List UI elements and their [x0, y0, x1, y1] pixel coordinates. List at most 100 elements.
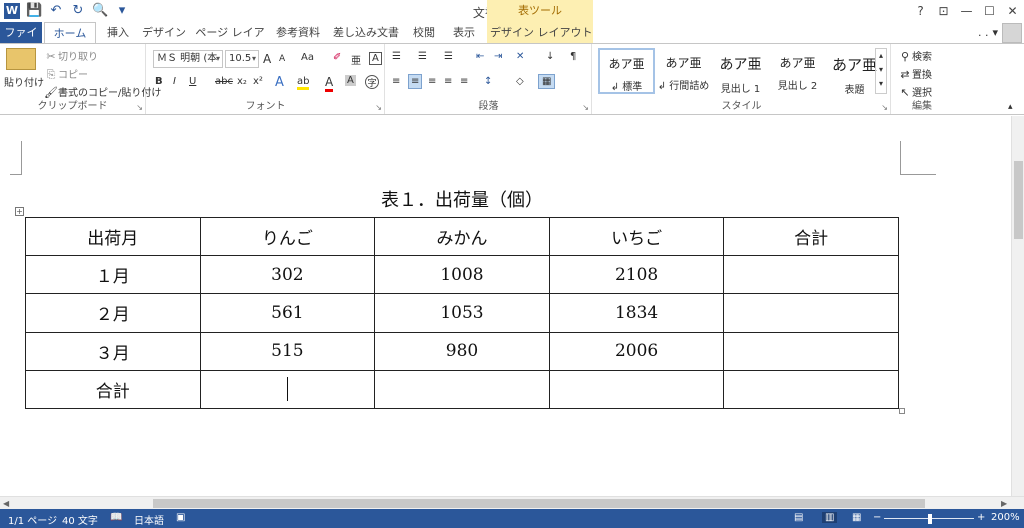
- dialog-launcher-icon[interactable]: ↘: [136, 103, 143, 112]
- dialog-launcher-icon[interactable]: ↘: [375, 103, 382, 112]
- help-button[interactable]: ?: [909, 0, 932, 22]
- numbering-button[interactable]: ☰: [418, 51, 427, 62]
- proofing-icon[interactable]: 📖: [110, 512, 122, 523]
- table-cell[interactable]: 515: [199, 331, 376, 371]
- paste-icon[interactable]: [6, 48, 36, 70]
- table-title[interactable]: 表１．出荷量（個）: [0, 186, 920, 212]
- dialog-launcher-icon[interactable]: ↘: [582, 103, 589, 112]
- avatar[interactable]: [1002, 22, 1022, 43]
- borders-button[interactable]: ▦: [538, 74, 556, 89]
- tab-references[interactable]: 参考資料: [272, 22, 324, 43]
- print-layout-icon[interactable]: ▥: [822, 512, 838, 523]
- bold-button[interactable]: B: [155, 76, 163, 87]
- styles-scroll[interactable]: ▴ ▾ ▾: [875, 48, 887, 94]
- tab-view[interactable]: 表示: [444, 22, 484, 43]
- find-button[interactable]: ⚲ 検索: [898, 48, 932, 64]
- horizontal-scroll-thumb[interactable]: [153, 499, 925, 508]
- table-cell[interactable]: 合計: [25, 369, 201, 409]
- table-cell[interactable]: みかん: [374, 216, 550, 257]
- tab-file[interactable]: ファイル: [0, 22, 42, 60]
- table-cell[interactable]: 出荷月: [25, 216, 201, 257]
- shading-button[interactable]: ◇: [516, 76, 524, 87]
- multilevel-list-button[interactable]: ☰: [444, 51, 453, 62]
- vertical-scrollbar[interactable]: [1011, 116, 1024, 496]
- table-cell[interactable]: [723, 331, 899, 371]
- table-cell[interactable]: ２月: [25, 293, 201, 333]
- replace-button[interactable]: ⇄ 置換: [898, 66, 932, 82]
- tab-insert[interactable]: 挿入: [100, 22, 136, 43]
- word-count[interactable]: 40 文字: [62, 512, 98, 527]
- table-cell[interactable]: 302: [199, 255, 376, 295]
- table-cell[interactable]: 1834: [548, 293, 725, 333]
- macro-icon[interactable]: ▣: [176, 512, 185, 523]
- sort-button[interactable]: ↓: [546, 51, 554, 62]
- font-size-select[interactable]: 10.5 ▾: [225, 50, 259, 68]
- tab-design[interactable]: デザイン: [140, 22, 188, 43]
- asian-layout-button[interactable]: ✕: [516, 51, 524, 62]
- table-cell[interactable]: １月: [25, 255, 201, 295]
- style-heading-1[interactable]: あア亜 見出し 1: [712, 48, 769, 95]
- style-normal[interactable]: あア亜 ↲ 標準: [598, 48, 655, 94]
- table-cell[interactable]: [723, 293, 899, 333]
- italic-button[interactable]: I: [173, 76, 176, 87]
- table-cell[interactable]: [548, 369, 725, 409]
- tab-page-layout[interactable]: ページ レイアウト: [192, 22, 268, 60]
- change-case-button[interactable]: Aa: [301, 52, 314, 63]
- line-spacing-button[interactable]: ↕: [484, 76, 492, 87]
- table-cell[interactable]: 561: [199, 293, 376, 333]
- zoom-level[interactable]: 200%: [991, 512, 1020, 523]
- shipment-table[interactable]: 出荷月 りんご みかん いちご 合計 １月 302 1008 2108 ２月 5…: [25, 216, 899, 409]
- cut-button[interactable]: ✂ 切り取り: [44, 48, 98, 64]
- ribbon-display-options-button[interactable]: ⊡: [932, 0, 955, 22]
- table-cell-active[interactable]: [199, 369, 376, 409]
- enclose-characters-button[interactable]: 字: [365, 75, 379, 89]
- table-cell[interactable]: [723, 255, 899, 295]
- tab-table-layout[interactable]: レイアウト: [537, 22, 593, 43]
- copy-button[interactable]: ⎘ コピー: [44, 66, 88, 82]
- decrease-indent-button[interactable]: ⇤: [476, 51, 484, 62]
- table-cell[interactable]: [723, 369, 899, 409]
- zoom-in-button[interactable]: +: [977, 512, 985, 523]
- table-cell[interactable]: 2108: [548, 255, 725, 295]
- table-cell[interactable]: 980: [374, 331, 550, 371]
- superscript-button[interactable]: x²: [253, 76, 263, 87]
- table-cell[interactable]: 1008: [374, 255, 550, 295]
- table-cell[interactable]: 2006: [548, 331, 725, 371]
- collapse-ribbon-icon[interactable]: ▴: [1008, 102, 1013, 112]
- tab-mailings[interactable]: 差し込み文書: [328, 22, 404, 43]
- style-heading-2[interactable]: あア亜 見出し 2: [769, 48, 826, 94]
- maximize-button[interactable]: ☐: [978, 0, 1001, 22]
- table-resize-handle[interactable]: [899, 408, 905, 414]
- strikethrough-button[interactable]: abc: [215, 76, 233, 87]
- subscript-button[interactable]: x₂: [237, 76, 247, 87]
- table-cell[interactable]: いちご: [548, 216, 725, 257]
- justify-button[interactable]: ≡: [444, 76, 452, 87]
- bullets-button[interactable]: ☰: [392, 51, 401, 62]
- tab-review[interactable]: 校閲: [408, 22, 440, 43]
- character-border-button[interactable]: A: [369, 52, 382, 65]
- table-cell[interactable]: 合計: [723, 216, 899, 257]
- table-cell[interactable]: [374, 369, 550, 409]
- tab-home[interactable]: ホーム: [44, 22, 96, 44]
- font-name-select[interactable]: ＭＳ 明朝 (本 ▾: [153, 50, 223, 68]
- grow-font-button[interactable]: A: [263, 52, 271, 66]
- increase-indent-button[interactable]: ⇥: [494, 51, 502, 62]
- vertical-scroll-thumb[interactable]: [1014, 161, 1023, 239]
- font-color-button[interactable]: A: [325, 75, 334, 92]
- zoom-out-button[interactable]: −: [873, 512, 881, 523]
- close-button[interactable]: ✕: [1001, 0, 1024, 22]
- minimize-button[interactable]: —: [955, 0, 978, 22]
- distribute-button[interactable]: ≡: [460, 76, 468, 87]
- align-right-button[interactable]: ≡: [428, 76, 436, 87]
- user-account[interactable]: . . ▾: [978, 22, 1024, 43]
- text-effects-button[interactable]: A: [275, 75, 284, 90]
- table-cell[interactable]: 1053: [374, 293, 550, 333]
- table-cell[interactable]: りんご: [199, 216, 376, 257]
- dialog-launcher-icon[interactable]: ↘: [881, 103, 888, 112]
- style-no-spacing[interactable]: あア亜 ↲ 行間詰め: [655, 48, 712, 94]
- web-layout-icon[interactable]: ▦: [852, 512, 861, 523]
- paste-button[interactable]: 貼り付け: [4, 74, 44, 89]
- clear-format-button[interactable]: ✐: [333, 52, 341, 63]
- underline-button[interactable]: U: [189, 76, 196, 87]
- table-move-handle[interactable]: +: [15, 207, 24, 216]
